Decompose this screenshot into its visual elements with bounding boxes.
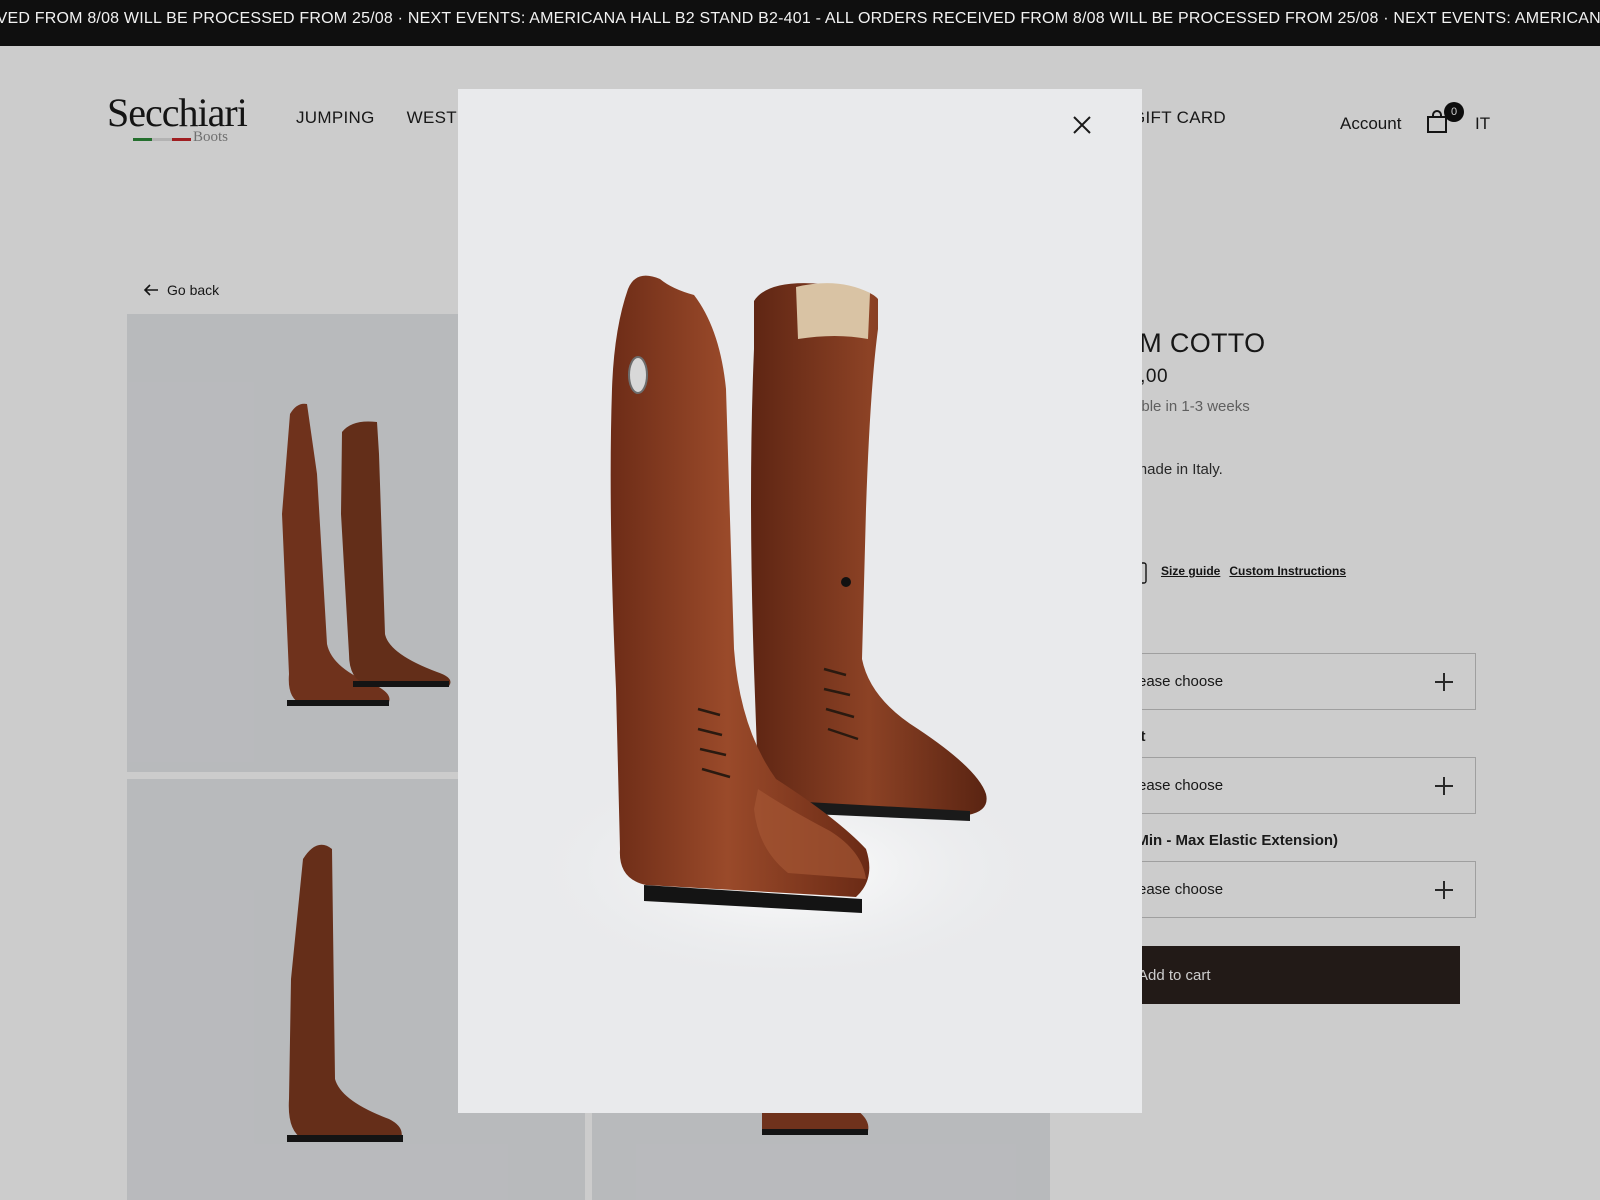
image-zoom-modal <box>458 89 1142 1113</box>
boots-zoom-image <box>518 275 1058 989</box>
announcement-text: IVED FROM 8/08 WILL BE PROCESSED FROM 25… <box>0 10 1600 27</box>
announcement-bar: IVED FROM 8/08 WILL BE PROCESSED FROM 25… <box>0 0 1600 46</box>
zoom-cursor-dot <box>841 577 851 587</box>
close-icon[interactable] <box>1070 113 1094 137</box>
